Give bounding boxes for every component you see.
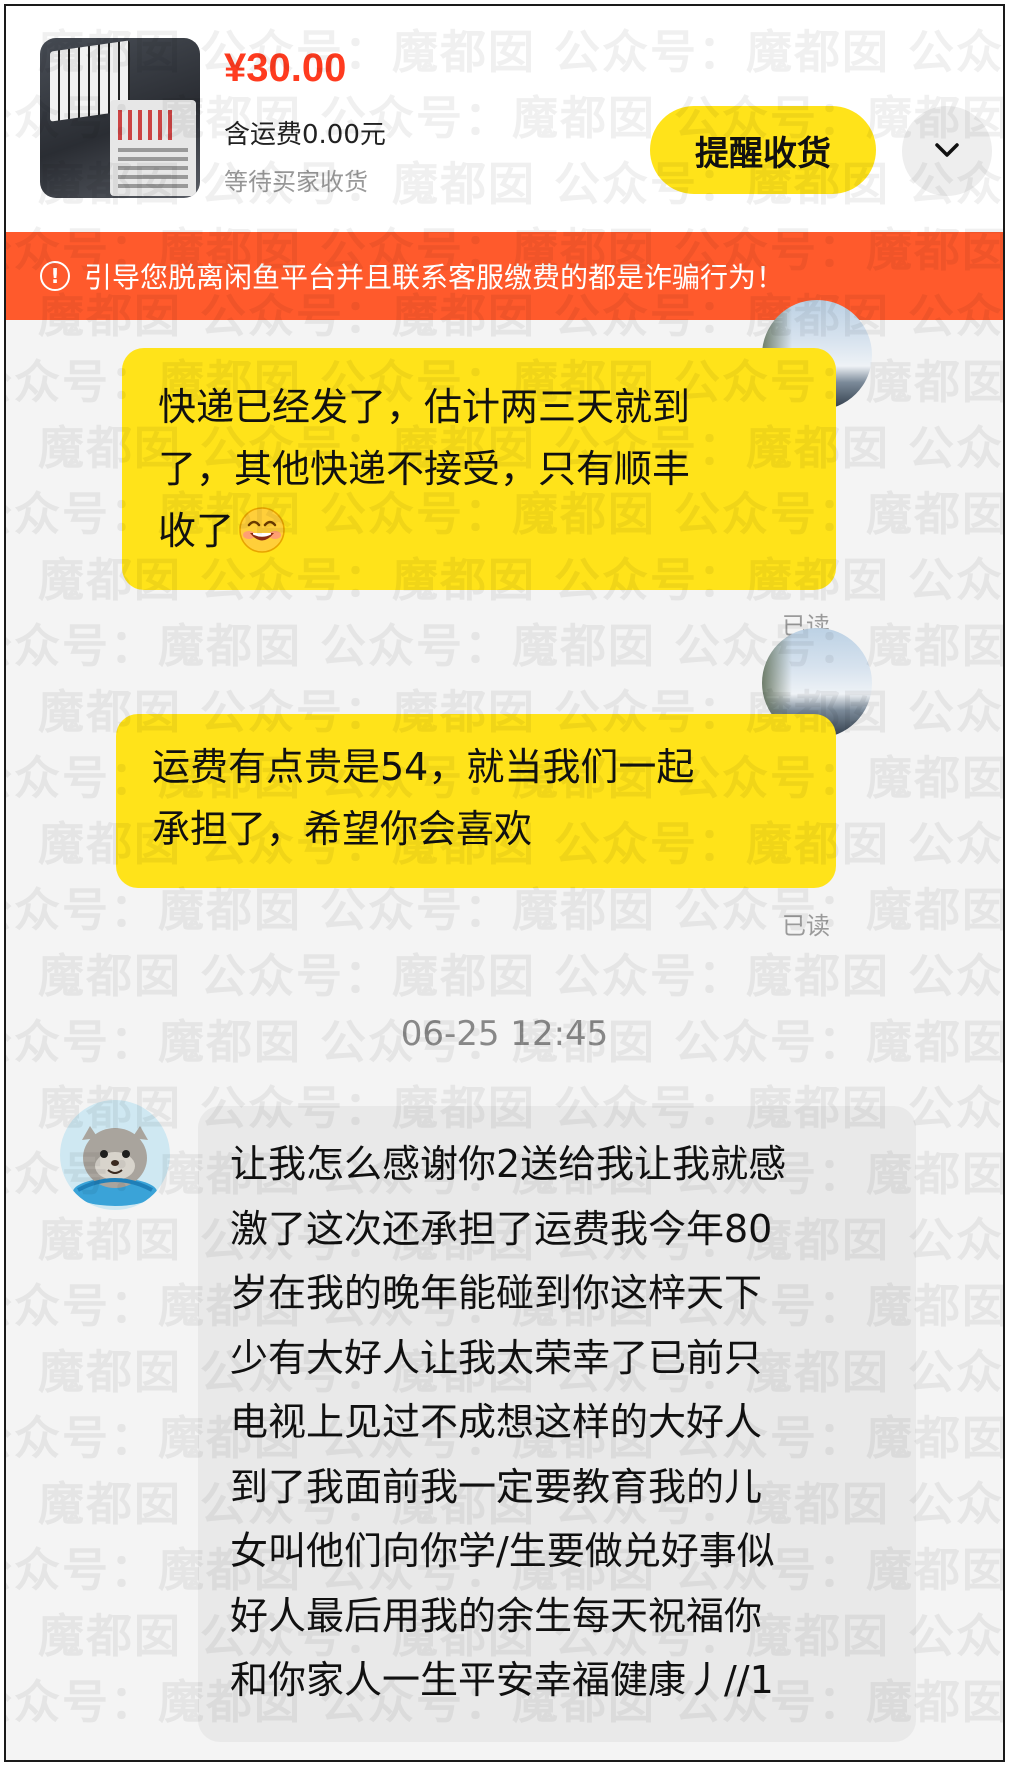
warning-text: 引导您脱离闲鱼平台并且联系客服缴费的都是诈骗行为！ bbox=[84, 261, 785, 294]
message-line: 女叫他们向你学/生要做兑好事似 bbox=[230, 1529, 775, 1573]
remind-receipt-button[interactable]: 提醒收货 bbox=[650, 106, 876, 194]
read-receipt: 已读 bbox=[782, 912, 830, 940]
chat-bubble-seller[interactable]: 快递已经发了，估计两三天就到 了，其他快递不接受，只有顺丰 收了 bbox=[122, 348, 836, 590]
screenshot-frame: ¥30.00 含运费0.00元 等待买家收货 提醒收货 ! 引导您脱离闲鱼平台并… bbox=[4, 4, 1005, 1762]
chevron-down-icon bbox=[935, 143, 959, 157]
order-status: 等待买家收货 bbox=[224, 168, 368, 196]
message-line: 收了 bbox=[158, 509, 235, 553]
fraud-warning-banner: ! 引导您脱离闲鱼平台并且联系客服缴费的都是诈骗行为！ bbox=[6, 232, 1003, 320]
message-line: 了，其他快递不接受，只有顺丰 bbox=[158, 447, 691, 491]
message-line: 运费有点贵是54，就当我们一起 bbox=[152, 745, 695, 789]
chat-bubble-buyer[interactable]: 让我怎么感谢你2送给我让我就感 激了这次还承担了运费我今年80 岁在我的晚年能碰… bbox=[198, 1106, 916, 1742]
message-line: 岁在我的晚年能碰到你这梓天下 bbox=[230, 1271, 763, 1315]
chat-bubble-seller[interactable]: 运费有点贵是54，就当我们一起 承担了，希望你会喜欢 bbox=[116, 714, 836, 888]
message-line: 到了我面前我一定要教育我的儿 bbox=[230, 1464, 763, 1509]
grinning-face-icon bbox=[239, 507, 285, 553]
message-line: 快递已经发了，估计两三天就到 bbox=[158, 385, 691, 429]
expand-order-button[interactable] bbox=[902, 106, 992, 196]
chat-timestamp: 06-25 12:45 bbox=[400, 1014, 609, 1054]
order-price: ¥30.00 bbox=[224, 46, 347, 90]
watermark-row: 公众号：魔都囡 公众号：魔都囡 公众号：魔都囡 公众号：魔都囡 公众号：魔都囡 bbox=[6, 949, 1003, 1003]
buyer-avatar[interactable] bbox=[60, 1100, 170, 1210]
order-header: ¥30.00 含运费0.00元 等待买家收货 提醒收货 bbox=[6, 6, 1003, 232]
message-line: 让我怎么感谢你2送给我让我就感 bbox=[230, 1142, 787, 1186]
message-line-with-emoji: 收了 bbox=[158, 500, 802, 562]
seal-icon bbox=[73, 1126, 157, 1206]
shipping-fee: 含运费0.00元 bbox=[224, 120, 386, 150]
keyboard-panel-image bbox=[110, 100, 196, 196]
message-line: 少有大好人让我太荣幸了已前只 bbox=[230, 1335, 763, 1380]
message-line: 电视上见过不成想这样的大好人 bbox=[230, 1400, 763, 1444]
message-line: 承担了，希望你会喜欢 bbox=[152, 807, 533, 851]
message-line: 好人最后用我的余生每天祝福你 bbox=[230, 1593, 763, 1638]
exclamation-circle-icon: ! bbox=[40, 261, 70, 291]
message-line: 和你家人一生平安幸福健康丿//1 bbox=[230, 1658, 774, 1702]
message-line: 激了这次还承担了运费我今年80 bbox=[230, 1206, 773, 1251]
product-thumbnail[interactable] bbox=[40, 38, 200, 198]
